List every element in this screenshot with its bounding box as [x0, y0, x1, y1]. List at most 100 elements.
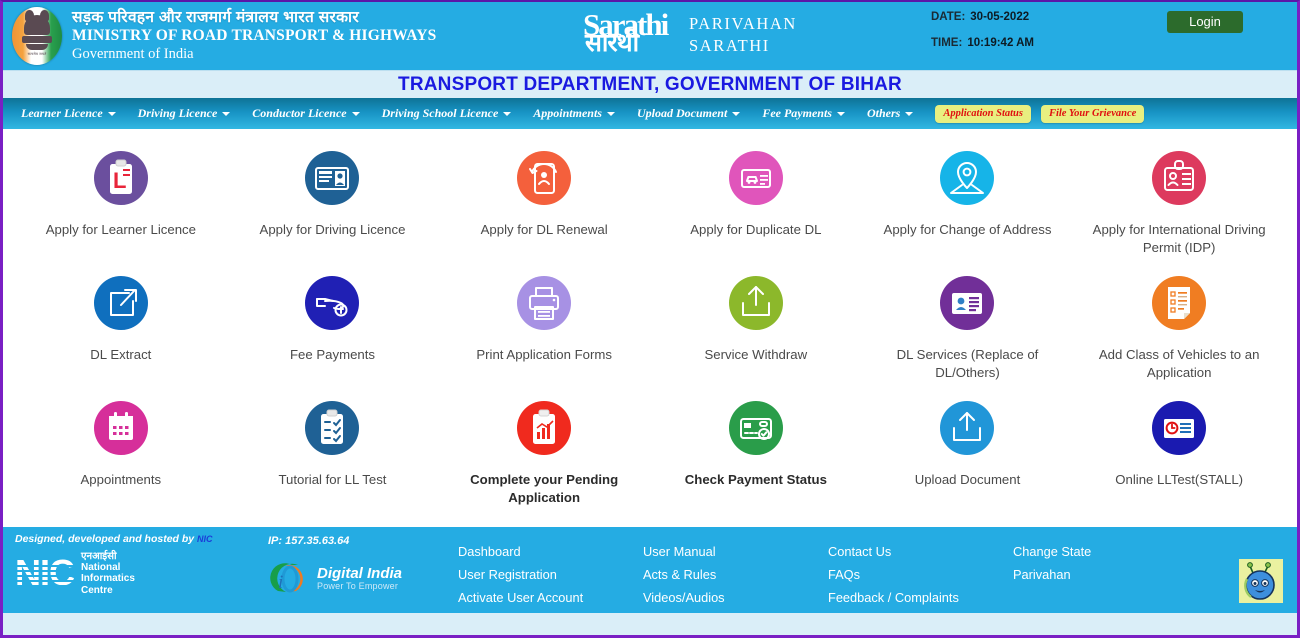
emblem-motto: सत्यमेव जयते [28, 52, 47, 57]
chevron-down-icon [503, 112, 511, 116]
nav-item-learner-licence[interactable]: Learner Licence [21, 106, 116, 121]
digital-india-logo[interactable]: i Digital India Power To Empower [268, 561, 458, 597]
service-tile-label: Check Payment Status [685, 471, 827, 489]
clipboard-check-icon [305, 401, 359, 455]
nic-line1: National [81, 562, 135, 573]
nav-item-others[interactable]: Others [867, 106, 913, 121]
service-tile-apply-for-learner-licence[interactable]: LApply for Learner Licence [15, 151, 227, 276]
nic-line3: Centre [81, 585, 135, 596]
id-card-icon [305, 151, 359, 205]
footer-link-change-state[interactable]: Change State [1013, 544, 1198, 559]
footer-column-2: User Manual Acts & Rules Videos/Audios [643, 544, 828, 613]
service-tile-dl-extract[interactable]: DL Extract [15, 276, 227, 401]
nav-item-label: Learner Licence [21, 106, 103, 121]
service-tile-label: DL Extract [90, 346, 151, 364]
footer-link-user-manual[interactable]: User Manual [643, 544, 828, 559]
footer-link-parivahan[interactable]: Parivahan [1013, 567, 1198, 582]
chatbot-robot-icon[interactable] [1239, 559, 1283, 603]
id-card-person-icon [940, 276, 994, 330]
designed-by-label: Designed, developed and hosted by [15, 533, 194, 545]
time-value: 10:19:42 AM [967, 38, 1034, 50]
service-tile-add-class-of-vehicles-to-an-application[interactable]: Add Class of Vehicles to an Application [1073, 276, 1285, 401]
checklist-form-icon [1152, 276, 1206, 330]
nav-item-upload-document[interactable]: Upload Document [637, 106, 740, 121]
state-banner: TRANSPORT DEPARTMENT, GOVERNMENT OF BIHA… [3, 70, 1297, 98]
date-value: 30-05-2022 [970, 12, 1029, 24]
time-row: TIME: 10:19:42 AM [931, 38, 1034, 50]
nav-item-driving-licence[interactable]: Driving Licence [138, 106, 231, 121]
footer-link-user-registration[interactable]: User Registration [458, 567, 643, 582]
footer-link-faqs[interactable]: FAQs [828, 567, 1013, 582]
ip-label: IP: [268, 535, 282, 547]
nav-pill-application-status[interactable]: Application Status [935, 105, 1031, 123]
service-tile-label: Complete your Pending Application [444, 471, 644, 507]
service-tile-label: Apply for Duplicate DL [690, 221, 821, 239]
nic-line2: Informatics [81, 573, 135, 584]
chevron-down-icon [352, 112, 360, 116]
service-tile-apply-for-international-driving-permit-idp[interactable]: Apply for International Driving Permit (… [1073, 151, 1285, 276]
nav-item-label: Conductor Licence [252, 106, 346, 121]
nav-item-conductor-licence[interactable]: Conductor Licence [252, 106, 359, 121]
service-tile-label: Fee Payments [290, 346, 375, 364]
ministry-name-english: MINISTRY OF ROAD TRANSPORT & HIGHWAYS [72, 27, 436, 45]
nav-item-label: Others [867, 106, 900, 121]
service-tile-tutorial-for-ll-test[interactable]: Tutorial for LL Test [227, 401, 439, 526]
service-tile-complete-your-pending-application[interactable]: Complete your Pending Application [438, 401, 650, 526]
digital-india-text: Digital India Power To Empower [317, 566, 402, 591]
nav-item-driving-school-licence[interactable]: Driving School Licence [382, 106, 512, 121]
service-tile-check-payment-status[interactable]: Check Payment Status [650, 401, 862, 526]
nav-item-appointments[interactable]: Appointments [533, 106, 615, 121]
footer-link-dashboard[interactable]: Dashboard [458, 544, 643, 559]
nav-item-fee-payments[interactable]: Fee Payments [762, 106, 845, 121]
nic-logo[interactable]: NIC एनआईसी National Informatics Centre [15, 551, 268, 596]
footer-link-videos-audios[interactable]: Videos/Audios [643, 590, 828, 605]
login-button[interactable]: Login [1167, 11, 1243, 33]
nav-pill-file-your-grievance[interactable]: File Your Grievance [1041, 105, 1144, 123]
date-row: DATE: 30-05-2022 [931, 12, 1034, 24]
service-tile-appointments[interactable]: Appointments [15, 401, 227, 526]
service-tile-apply-for-change-of-address[interactable]: Apply for Change of Address [862, 151, 1074, 276]
service-tile-apply-for-driving-licence[interactable]: Apply for Driving Licence [227, 151, 439, 276]
nic-logo-text: एनआईसी National Informatics Centre [81, 551, 135, 596]
service-tile-online-lltest-stall[interactable]: Online LLTest(STALL) [1073, 401, 1285, 526]
footer-link-activate-user-account[interactable]: Activate User Account [458, 590, 643, 605]
main-navigation: Learner Licence Driving Licence Conductor … [3, 98, 1297, 129]
footer-link-acts-rules[interactable]: Acts & Rules [643, 567, 828, 582]
service-tile-label: Online LLTest(STALL) [1115, 471, 1243, 489]
designed-by-nic: NIC [197, 534, 213, 544]
footer-link-contact-us[interactable]: Contact Us [828, 544, 1013, 559]
sarathi-logo-icon: Sarathi सारथी [583, 6, 687, 62]
ip-address-line: IP: 157.35.63.64 [268, 535, 458, 547]
export-arrow-icon [94, 276, 148, 330]
footer-link-feedback-complaints[interactable]: Feedback / Complaints [828, 590, 1013, 605]
date-time-block: DATE: 30-05-2022 TIME: 10:19:42 AM [931, 12, 1034, 63]
car-card-icon [729, 151, 783, 205]
service-tile-dl-services-replace-of-dl-others[interactable]: DL Services (Replace of DL/Others) [862, 276, 1074, 401]
designed-by-text: Designed, developed and hosted by NIC [15, 533, 268, 545]
service-tile-service-withdraw[interactable]: Service Withdraw [650, 276, 862, 401]
service-tile-apply-for-duplicate-dl[interactable]: Apply for Duplicate DL [650, 151, 862, 276]
nic-block: Designed, developed and hosted by NIC NI… [3, 527, 268, 613]
sarathi-branding: Sarathi सारथी PARIVAHAN SARATHI [583, 6, 797, 62]
footer-column-3: Contact Us FAQs Feedback / Complaints [828, 544, 1013, 613]
chevron-down-icon [607, 112, 615, 116]
nav-item-label: Driving Licence [138, 106, 218, 121]
nav-item-label: Fee Payments [762, 106, 832, 121]
payment-card-check-icon [729, 401, 783, 455]
nav-item-label: Driving School Licence [382, 106, 499, 121]
service-tile-fee-payments[interactable]: Fee Payments [227, 276, 439, 401]
svg-text:L: L [113, 168, 126, 193]
service-tile-label: Appointments [81, 471, 162, 489]
service-tile-label: Print Application Forms [476, 346, 612, 364]
service-tile-label: Add Class of Vehicles to an Application [1079, 346, 1279, 382]
bottom-strip [3, 613, 1297, 635]
hand-coin-icon [305, 276, 359, 330]
time-label: TIME: [931, 38, 962, 50]
government-of-india-label: Government of India [72, 46, 436, 63]
footer-column-1: Dashboard User Registration Activate User … [458, 544, 643, 613]
chevron-down-icon [732, 112, 740, 116]
service-tile-print-application-forms[interactable]: Print Application Forms [438, 276, 650, 401]
service-tile-upload-document[interactable]: Upload Document [862, 401, 1074, 526]
upload-tray-icon [729, 276, 783, 330]
service-tile-apply-for-dl-renewal[interactable]: Apply for DL Renewal [438, 151, 650, 276]
